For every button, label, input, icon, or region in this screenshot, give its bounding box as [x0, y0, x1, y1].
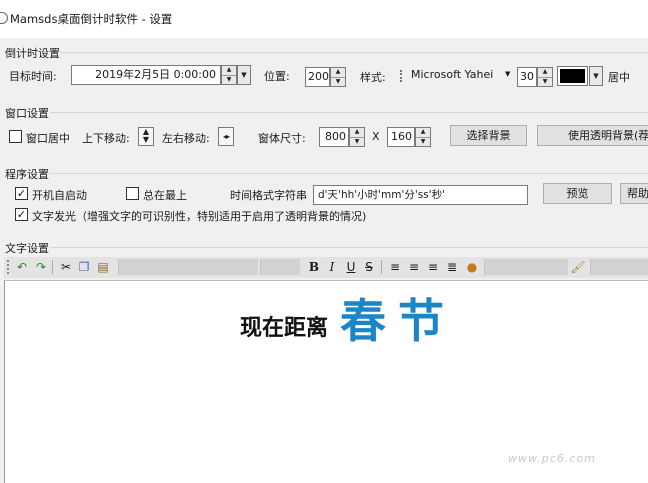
- editor-toolbar: ↶ ↷ ✂ ❐ ▤ B I U S ≡ ≡ ≡ ≣ ● 🖌: [4, 257, 648, 278]
- brush-icon[interactable]: 🖌: [570, 259, 586, 275]
- help-button[interactable]: 帮助: [620, 183, 648, 204]
- font-family-combo[interactable]: [118, 259, 258, 275]
- redo-icon[interactable]: ↷: [33, 259, 49, 275]
- time-format-label: 时间格式字符串: [230, 189, 307, 202]
- font-size-combo[interactable]: [260, 259, 300, 275]
- size-separator: X: [372, 130, 380, 143]
- editor-plain-text: 现在距离: [240, 316, 329, 341]
- move-horizontal-icon[interactable]: ◂▸: [218, 127, 234, 146]
- justify-icon[interactable]: ≣: [444, 259, 460, 275]
- undo-icon[interactable]: ↶: [14, 259, 30, 275]
- style-label: 样式:: [360, 71, 386, 84]
- italic-icon[interactable]: I: [324, 259, 340, 275]
- underline-icon[interactable]: U: [343, 259, 359, 275]
- window-title: Mamsds桌面倒计时软件 - 设置: [10, 12, 173, 26]
- program-section-label: 程序设置: [5, 168, 49, 181]
- section-divider: [50, 247, 648, 248]
- section-divider: [50, 173, 648, 174]
- window-width-input[interactable]: 800: [319, 127, 349, 147]
- color-dropdown[interactable]: ▼: [589, 66, 603, 86]
- bold-icon[interactable]: B: [306, 259, 322, 275]
- grip-icon: [400, 70, 404, 82]
- window-height-input[interactable]: 160: [387, 127, 415, 147]
- paste-icon[interactable]: ▤: [95, 259, 111, 275]
- autostart-checkbox[interactable]: ✓: [15, 187, 28, 200]
- font-dropdown-icon[interactable]: ▼: [505, 70, 510, 78]
- text-section-label: 文字设置: [5, 242, 49, 255]
- cut-icon[interactable]: ✂: [58, 259, 74, 275]
- move-vertical-icon[interactable]: ▲ ▼: [138, 127, 154, 146]
- font-size-spinner[interactable]: ▲ ▼: [537, 67, 553, 87]
- text-glow-label: 文字发光（增强文字的可识别性，特别适用于启用了透明背景的情况): [32, 210, 367, 223]
- copy-icon[interactable]: ❐: [76, 259, 92, 275]
- autostart-label: 开机自启动: [32, 189, 87, 202]
- target-time-dropdown[interactable]: ▼: [237, 65, 251, 85]
- preview-button[interactable]: 预览: [543, 183, 612, 204]
- font-size-input[interactable]: 30: [517, 67, 537, 87]
- window-section-label: 窗口设置: [5, 107, 49, 120]
- watermark: www.pc6.com: [508, 452, 596, 465]
- time-format-input[interactable]: d'天'hh'小时'mm'分'ss'秒': [313, 185, 528, 205]
- move-vertical-label: 上下移动:: [82, 132, 130, 145]
- align-select[interactable]: 居中: [608, 69, 630, 85]
- position-spinner[interactable]: ▲ ▼: [330, 67, 346, 87]
- position-input[interactable]: 200: [305, 67, 330, 87]
- countdown-section-label: 倒计时设置: [5, 47, 60, 60]
- choose-background-button[interactable]: 选择背景: [450, 125, 527, 146]
- text-glow-checkbox[interactable]: ✓: [15, 208, 28, 221]
- align-left-icon[interactable]: ≡: [387, 259, 403, 275]
- window-height-spinner[interactable]: ▲ ▼: [415, 127, 431, 147]
- color-swatch: [560, 69, 585, 83]
- move-horizontal-label: 左右移动:: [162, 132, 210, 145]
- section-divider: [60, 52, 648, 53]
- toolbar-spacer: [484, 259, 568, 275]
- target-time-input[interactable]: 2019年2月5日 0:00:00: [71, 65, 221, 85]
- target-time-spinner[interactable]: ▲ ▼: [221, 65, 237, 85]
- align-center-icon[interactable]: ≡: [406, 259, 422, 275]
- font-select[interactable]: Microsoft Yahei: [406, 65, 504, 85]
- toolbar-separator: [52, 260, 53, 274]
- always-on-top-checkbox[interactable]: [126, 187, 139, 200]
- window-size-label: 窗体尺寸:: [258, 132, 306, 145]
- toolbar-grip-icon: [7, 260, 10, 274]
- position-label: 位置:: [264, 70, 290, 83]
- editor-highlight-text: 春节: [340, 294, 456, 348]
- always-on-top-label: 总在最上: [143, 189, 187, 202]
- section-divider: [50, 112, 648, 113]
- window-center-checkbox[interactable]: [9, 130, 22, 143]
- toolbar-separator: [381, 260, 382, 274]
- align-right-icon[interactable]: ≡: [425, 259, 441, 275]
- color-palette-icon[interactable]: ●: [464, 259, 480, 275]
- transparent-background-button[interactable]: 使用透明背景(荐): [537, 125, 648, 146]
- strikethrough-icon[interactable]: S: [361, 259, 377, 275]
- window-width-spinner[interactable]: ▲ ▼: [349, 127, 365, 147]
- target-time-label: 目标时间:: [9, 70, 57, 83]
- window-center-label: 窗口居中: [26, 132, 70, 145]
- color-picker[interactable]: [557, 66, 588, 86]
- toolbar-spacer: [590, 259, 648, 275]
